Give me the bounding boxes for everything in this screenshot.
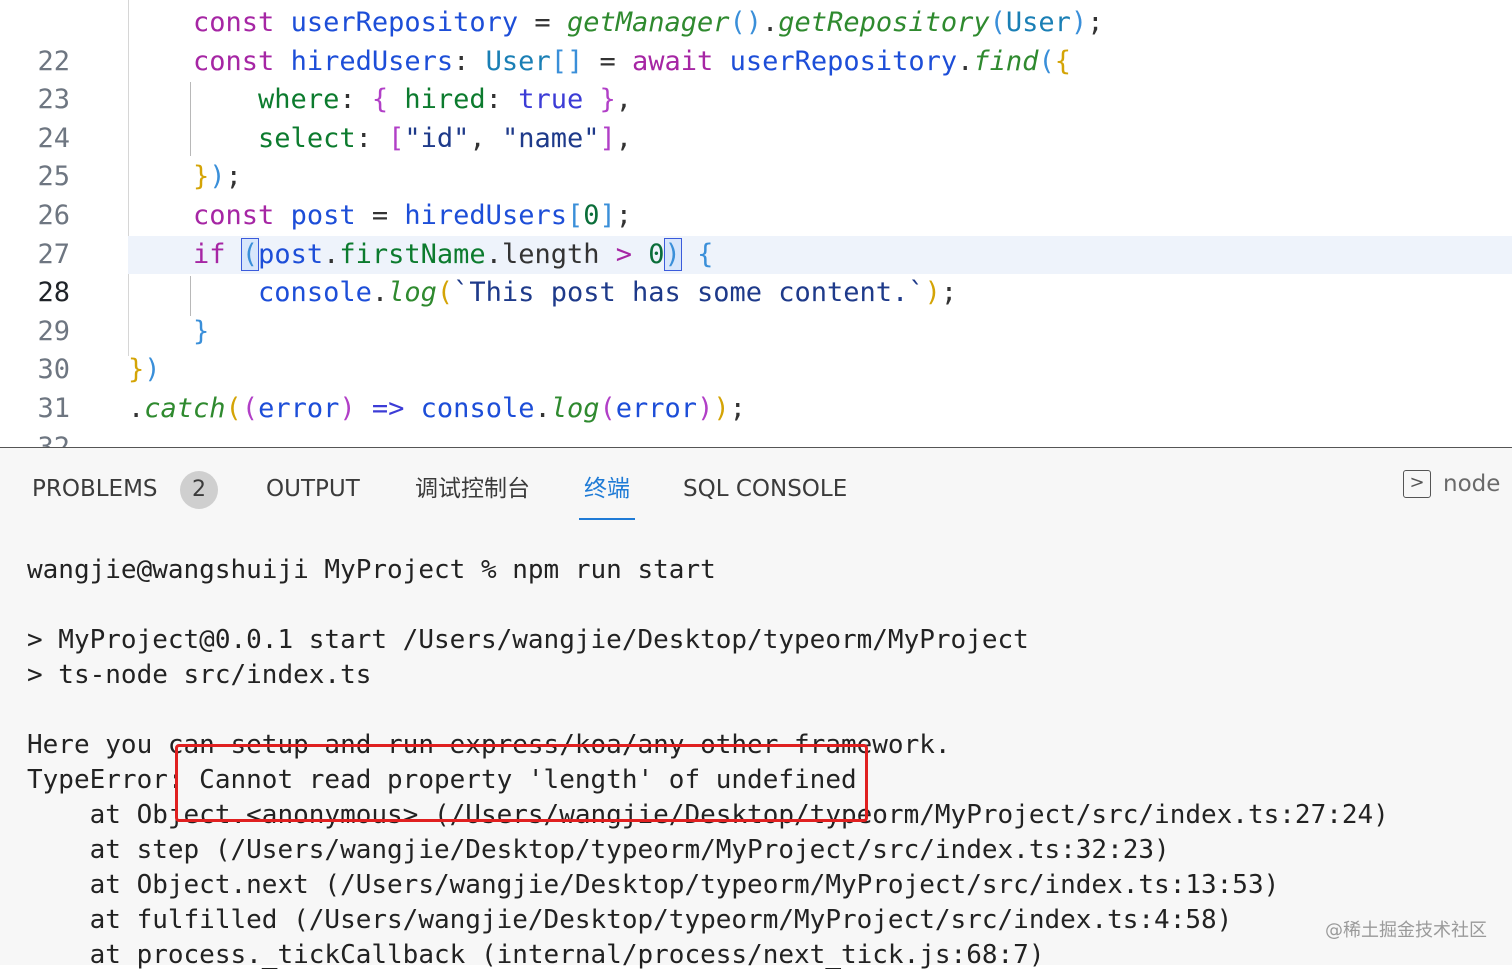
terminal-stack-line: at step (/Users/wangjie/Desktop/typeorm/…: [27, 835, 1170, 865]
watermark: @稀土掘金技术社区: [1325, 920, 1487, 941]
code-line[interactable]: 27 const post = hiredUsers[0];: [0, 197, 1512, 270]
code-text: const userRepository = getManager().getR…: [193, 7, 1104, 38]
code-editor[interactable]: 22 const userRepository = getManager().g…: [0, 0, 1512, 447]
code-line[interactable]: 25 select: ["id", "name"],: [0, 120, 1512, 193]
code-text: .catch((error) => console.log(error));: [128, 393, 746, 424]
panel-tabs: PROBLEMS 2 OUTPUT 调试控制台 终端 SQL CONSOLE >…: [0, 448, 1512, 528]
problems-count-badge: 2: [180, 471, 218, 509]
code-line[interactable]: 32 .catch((error) => console.log(error))…: [0, 390, 1512, 447]
terminal-name[interactable]: node: [1443, 471, 1500, 497]
code-text: const hiredUsers: User[] = await userRep…: [193, 45, 1071, 77]
code-text: const post = hiredUsers[0];: [193, 200, 633, 231]
code-text: where: { hired: true },: [258, 84, 633, 116]
code-line[interactable]: 29 console.log(`This post has some conte…: [0, 274, 1512, 347]
code-text: }): [128, 354, 161, 386]
terminal-line: > MyProject@0.0.1 start /Users/wangjie/D…: [27, 625, 1029, 655]
code-line[interactable]: 24 where: { hired: true },: [0, 81, 1512, 154]
code-line-current[interactable]: 28 if (post.firstName.length > 0) {: [0, 235, 1512, 308]
code-text: console.log(`This post has some content.…: [258, 277, 958, 309]
tab-debug-console[interactable]: 调试控制台: [415, 474, 530, 504]
terminal-stack-line: at fulfilled (/Users/wangjie/Desktop/typ…: [27, 905, 1233, 935]
terminal-line: > ts-node src/index.ts: [27, 660, 372, 690]
tab-sql-console[interactable]: SQL CONSOLE: [683, 474, 847, 504]
tab-terminal[interactable]: 终端: [584, 474, 630, 504]
code-text: });: [193, 161, 242, 193]
code-line[interactable]: 22 const userRepository = getManager().g…: [0, 4, 1512, 77]
code-text: if (post.firstName.length > 0) {: [193, 237, 714, 271]
terminal-stack-line: at Object.next (/Users/wangjie/Desktop/t…: [27, 870, 1280, 900]
tab-problems[interactable]: PROBLEMS: [32, 474, 158, 504]
terminal-icon[interactable]: >: [1403, 470, 1431, 498]
code-line[interactable]: 31 }): [0, 351, 1512, 424]
terminal-line: wangjie@wangshuiji MyProject % npm run s…: [27, 555, 716, 585]
code-line[interactable]: 30 }: [0, 313, 1512, 386]
code-text: }: [193, 315, 210, 347]
terminal-stack-line: at process._tickCallback (internal/proce…: [27, 940, 1045, 970]
tab-output[interactable]: OUTPUT: [266, 474, 360, 504]
code-line[interactable]: 33: [0, 429, 1512, 447]
active-tab-indicator: [579, 518, 635, 520]
code-text: select: ["id", "name"],: [258, 122, 633, 154]
error-highlight-box: [175, 744, 868, 822]
code-line[interactable]: 23 const hiredUsers: User[] = await user…: [0, 43, 1512, 116]
line-number: 28: [37, 277, 70, 309]
code-line[interactable]: 26 });: [0, 158, 1512, 231]
